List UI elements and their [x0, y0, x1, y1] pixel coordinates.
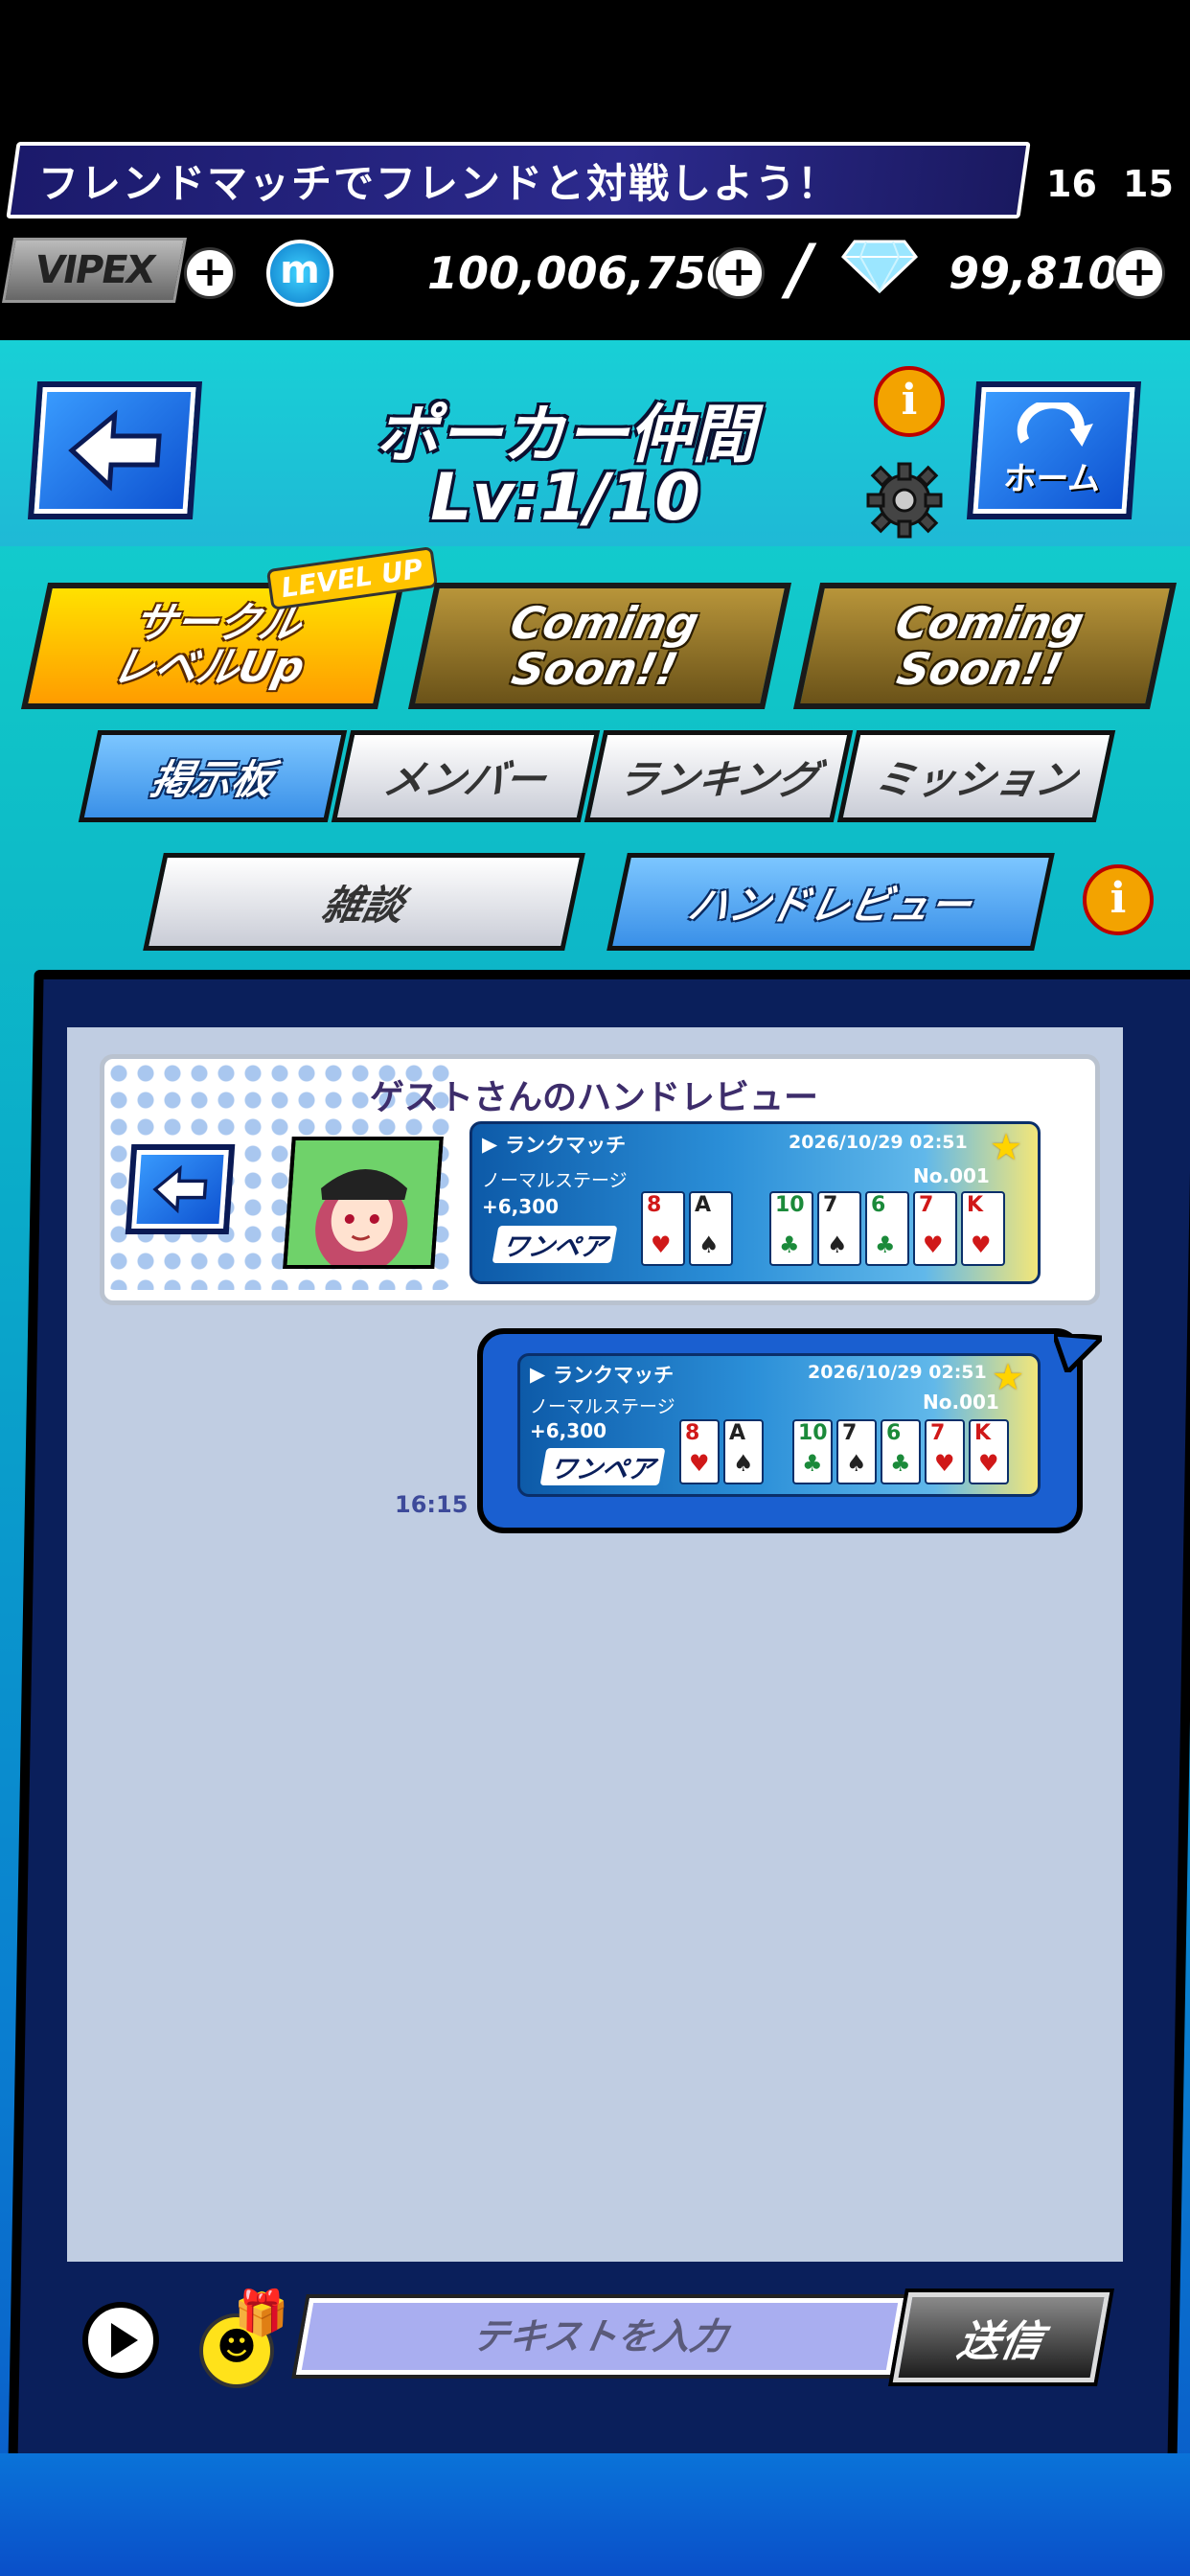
hand-mode: ランクマッチ — [553, 1364, 675, 1387]
hole-cards: 8 ♥ A ♠ — [679, 1419, 764, 1484]
card: 7 ♠ — [817, 1191, 861, 1266]
card-back-button[interactable] — [125, 1144, 236, 1234]
gem-balance: 99,810 — [949, 247, 1119, 299]
card: A ♠ — [689, 1191, 733, 1266]
vip-badge[interactable]: VIPEX — [2, 238, 187, 303]
subtab-label: 雑談 — [318, 881, 409, 929]
coming-soon-button-2[interactable]: Coming Soon!! — [792, 583, 1178, 709]
info-icon[interactable]: i — [1083, 864, 1154, 935]
hand-mode: ランクマッチ — [505, 1134, 627, 1157]
hand-stage: ノーマルステージ — [530, 1396, 675, 1417]
back-arrow-icon — [152, 1164, 208, 1214]
clock-hour: 16 — [1046, 163, 1097, 205]
send-button[interactable]: 送信 — [892, 2292, 1110, 2382]
coin-plus-button[interactable]: + — [713, 247, 765, 299]
board-cards: 10 ♣ 7 ♠ 6 ♣ 7 ♥ K ♥ — [792, 1419, 1009, 1484]
home-label: ホーム — [1002, 459, 1102, 498]
home-icon — [1017, 402, 1093, 447]
hand-rank: ワンペア — [539, 1448, 666, 1485]
bottom-background — [0, 2453, 1190, 2576]
m-coin-icon: m — [266, 240, 333, 307]
avatar-portrait — [286, 1140, 440, 1275]
message-input[interactable]: テキストを入力 — [295, 2298, 904, 2375]
hand-summary-card[interactable]: ▶ ランクマッチ 2026/10/29 02:51 ★ ノーマルステージ No.… — [469, 1121, 1041, 1284]
coming-soon-label-2: Coming Soon!! — [891, 596, 1089, 695]
hand-number: No.001 — [913, 1164, 990, 1187]
bubble-tail — [1054, 1334, 1102, 1372]
card: 7 ♠ — [836, 1419, 877, 1484]
star-icon[interactable]: ★ — [990, 1126, 1022, 1168]
diamond-icon — [841, 240, 918, 294]
hand-review-title: ゲストさんのハンドレビュー — [369, 1078, 818, 1117]
hand-number: No.001 — [923, 1391, 999, 1414]
subtab-hand-review[interactable]: ハンドレビュー — [606, 853, 1055, 951]
tab-label: ランキング — [612, 755, 823, 803]
play-icon: ▶ — [482, 1133, 498, 1156]
subtab-label: ハンドレビュー — [684, 881, 976, 929]
hand-stage: ノーマルステージ — [482, 1170, 628, 1191]
card: A ♠ — [723, 1419, 764, 1484]
home-button[interactable]: ホーム — [966, 381, 1142, 519]
card: 8 ♥ — [641, 1191, 685, 1266]
card: 10 ♣ — [792, 1419, 833, 1484]
play-icon: ▶ — [530, 1363, 546, 1386]
hand-date: 2026/10/29 02:51 — [808, 1362, 987, 1383]
card: K ♥ — [961, 1191, 1005, 1266]
back-button[interactable] — [27, 381, 203, 519]
board-cards: 10 ♣ 7 ♠ 6 ♣ 7 ♥ K ♥ — [769, 1191, 1005, 1266]
card: 6 ♣ — [881, 1419, 921, 1484]
send-label: 送信 — [953, 2317, 1047, 2366]
circle-levelup-label: サークル レベルUp — [107, 598, 309, 692]
card: 7 ♥ — [925, 1419, 965, 1484]
tab-label: メンバー — [379, 755, 551, 803]
info-icon[interactable]: i — [874, 366, 945, 437]
message-timestamp: 16:15 — [395, 1491, 469, 1518]
hand-chips: +6,300 — [530, 1419, 607, 1442]
ticker-text: フレンドマッチでフレンドと対戦しよう！ — [38, 160, 840, 207]
tab-board[interactable]: 掲示板 — [78, 730, 348, 822]
gift-icon[interactable]: 🎁 — [234, 2287, 288, 2339]
back-arrow-icon — [68, 409, 162, 492]
coin-balance: 100,006,750 — [427, 247, 738, 299]
circle-levelup-button[interactable]: サークル レベルUp — [20, 583, 405, 709]
hole-cards: 8 ♥ A ♠ — [641, 1191, 733, 1266]
card: 8 ♥ — [679, 1419, 720, 1484]
tab-mission[interactable]: ミッション — [836, 730, 1116, 822]
coming-soon-button-1[interactable]: Coming Soon!! — [407, 583, 792, 709]
card: 7 ♥ — [913, 1191, 957, 1266]
currency-separator: / — [788, 230, 812, 309]
vip-plus-button[interactable]: + — [184, 247, 236, 299]
card: 6 ♣ — [865, 1191, 909, 1266]
hand-date: 2026/10/29 02:51 — [789, 1132, 968, 1153]
subtab-chat[interactable]: 雑談 — [143, 853, 585, 951]
play-button[interactable] — [82, 2302, 159, 2379]
card: K ♥ — [969, 1419, 1009, 1484]
coming-soon-label-1: Coming Soon!! — [506, 596, 704, 695]
clock-minute: 15 — [1123, 163, 1174, 205]
circle-level: Lv:1/10 — [430, 460, 700, 536]
avatar[interactable] — [283, 1137, 444, 1275]
tab-label: ミッション — [870, 755, 1082, 803]
tab-label: 掲示板 — [147, 755, 278, 803]
message-input-placeholder: テキストを入力 — [469, 2315, 731, 2358]
gem-plus-button[interactable]: + — [1113, 247, 1165, 299]
gear-icon[interactable] — [864, 460, 945, 540]
hand-chips: +6,300 — [482, 1195, 560, 1218]
hand-summary-card[interactable]: ▶ ランクマッチ 2026/10/29 02:51 ★ ノーマルステージ No.… — [517, 1353, 1041, 1497]
tab-ranking[interactable]: ランキング — [584, 730, 854, 822]
hand-rank: ワンペア — [492, 1226, 618, 1263]
tab-members[interactable]: メンバー — [331, 730, 601, 822]
card: 10 ♣ — [769, 1191, 813, 1266]
play-icon — [111, 2323, 138, 2358]
